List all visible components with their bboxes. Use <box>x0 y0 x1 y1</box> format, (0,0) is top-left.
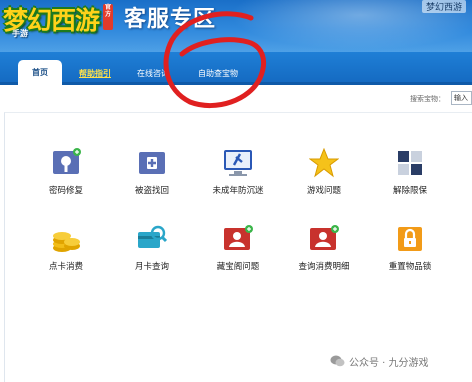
tile-label: 点卡消费 <box>48 262 83 272</box>
tile-label: 游戏问题 <box>306 186 341 196</box>
lock-key-icon <box>53 148 81 174</box>
nav-tab-help-guide[interactable]: 帮助指引 <box>66 64 124 84</box>
tile-label: 被盗找回 <box>134 186 169 196</box>
header-banner: 梦幻西游 手游 官方 客服专区 梦幻西游 <box>0 0 472 52</box>
tile-label: 藏宝阁问题 <box>216 262 260 272</box>
tile-label: 未成年防沉迷 <box>212 186 264 196</box>
logo-badge: 官方 <box>103 4 113 30</box>
search-label: 搜索宝物： <box>410 95 445 103</box>
watermark-text: 公众号 · 九分游戏 <box>349 357 429 369</box>
game-logo[interactable]: 梦幻西游 手游 官方 <box>0 0 113 44</box>
tile-remove-restriction[interactable]: 解除限保 <box>380 148 440 208</box>
coins-icon <box>53 232 80 252</box>
tile-minor-protection[interactable]: 未成年防沉迷 <box>208 148 268 208</box>
tile-label: 月卡查询 <box>134 262 169 272</box>
search-row: 搜索宝物： <box>0 88 472 110</box>
wechat-icon <box>330 355 345 367</box>
tile-label: 重置物品锁 <box>388 262 432 272</box>
star-icon <box>309 148 339 178</box>
nav-tab-home[interactable]: 首页 <box>18 60 62 85</box>
tile-label: 密码修复 <box>48 186 83 196</box>
logo-subtitle: 手游 <box>12 29 28 38</box>
tile-monthly-card-query[interactable]: 月卡查询 <box>122 224 182 284</box>
nav-tab-self-query[interactable]: 自助查宝物 <box>186 64 250 84</box>
tile-reset-item-lock[interactable]: 重置物品锁 <box>380 224 440 284</box>
medical-kit-icon <box>139 152 165 174</box>
grid-block-icon <box>398 151 422 175</box>
monitor-icon <box>224 150 252 176</box>
nav-tab-online-consult[interactable]: 在线咨询 <box>126 64 180 84</box>
tile-stolen-recovery[interactable]: 被盗找回 <box>122 148 182 208</box>
user-card-icon <box>224 225 253 250</box>
tile-password-repair[interactable]: 密码修复 <box>36 148 96 208</box>
main-nav: 首页 帮助指引 在线咨询 自助查宝物 <box>0 52 472 85</box>
tile-treasure-pavilion[interactable]: 藏宝阁问题 <box>208 224 268 284</box>
search-input[interactable] <box>451 91 472 105</box>
page-title: 客服专区 <box>124 7 217 32</box>
user-card-check-icon <box>310 225 339 250</box>
tile-spending-details[interactable]: 查询消费明细 <box>294 224 354 284</box>
tile-label: 解除限保 <box>392 186 427 196</box>
padlock-icon <box>398 227 422 251</box>
tile-label: 查询消费明细 <box>298 262 350 272</box>
card-search-icon <box>138 225 167 248</box>
top-right-link[interactable]: 梦幻西游 <box>421 0 466 13</box>
tile-game-issues[interactable]: 游戏问题 <box>294 148 354 208</box>
tile-point-card-spending[interactable]: 点卡消费 <box>36 224 96 284</box>
watermark: 公众号 · 九分游戏 <box>330 352 429 370</box>
